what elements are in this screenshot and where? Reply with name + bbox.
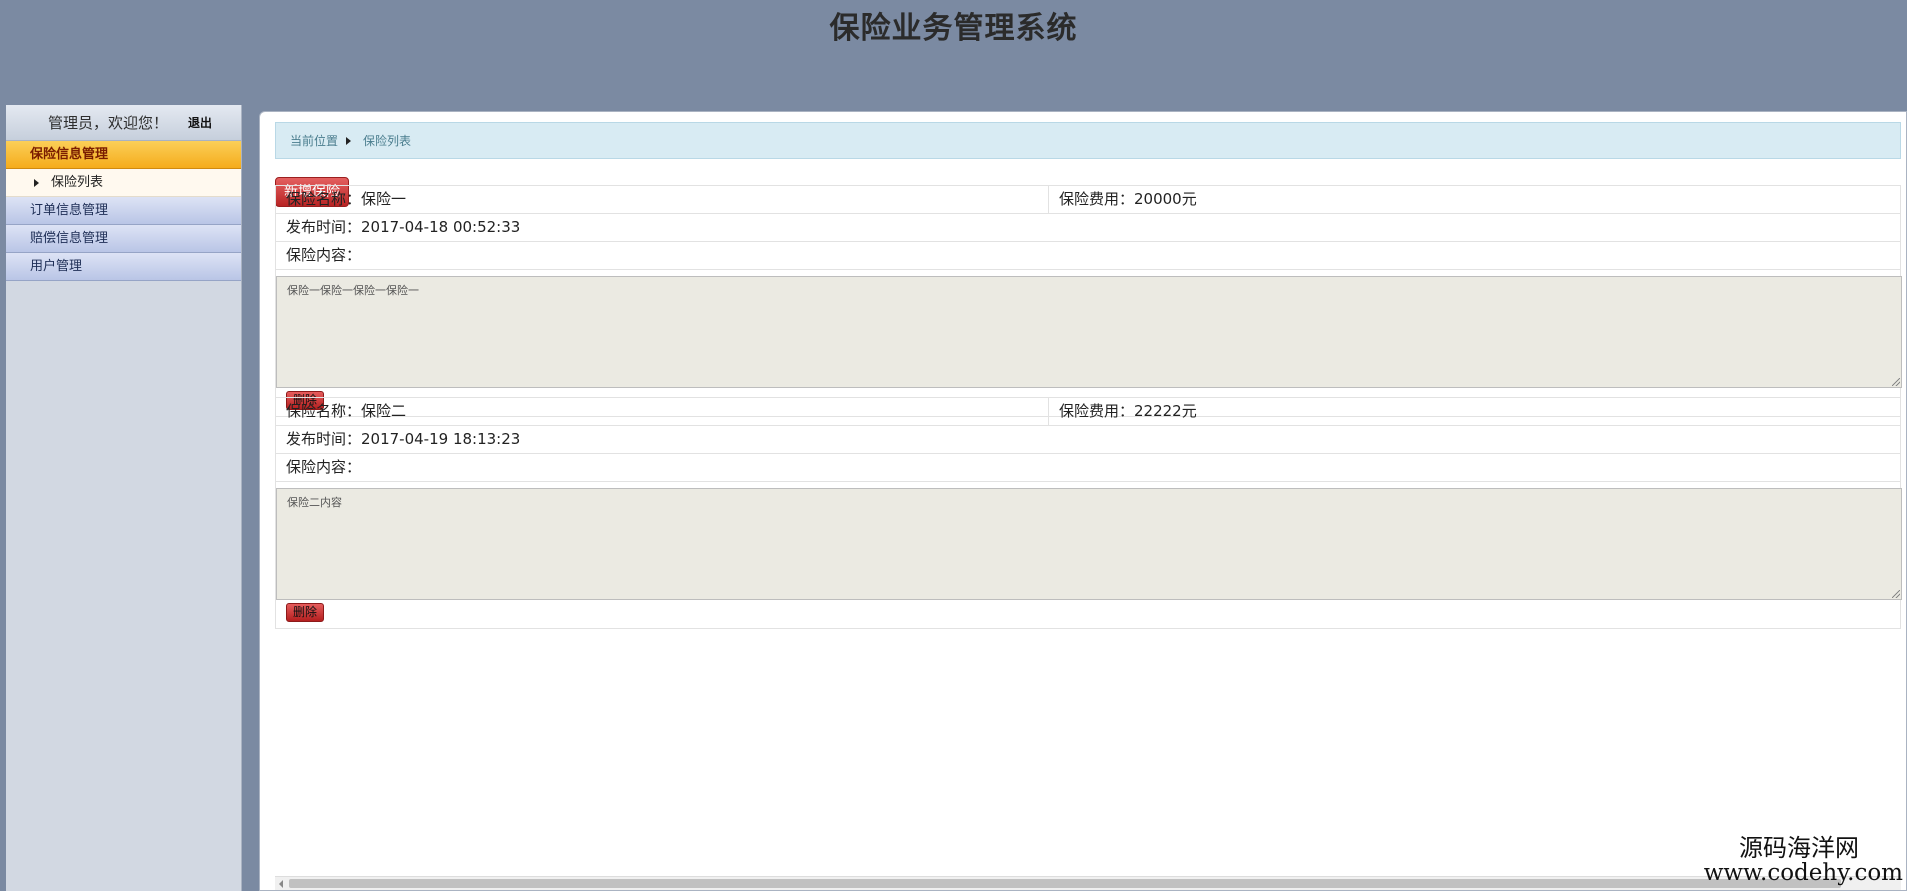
logout-link[interactable]: 退出: [188, 114, 212, 131]
record-row: 保险内容：: [276, 242, 1900, 270]
content-textarea[interactable]: 保险一保险一保险一保险一: [276, 276, 1902, 388]
resize-grip-icon[interactable]: [1892, 378, 1900, 386]
content-text: 保险一保险一保险一保险一: [287, 284, 419, 297]
welcome-text: 管理员，欢迎您！: [48, 114, 169, 132]
insurance-fee: 保险费用：20000元: [1059, 190, 1197, 208]
sidebar-item-order-management[interactable]: 订单信息管理: [6, 197, 241, 225]
breadcrumb-arrow-icon: [346, 136, 352, 145]
insurance-record: 保险名称：保险一 保险费用：20000元 发布时间：2017-04-18 00:…: [275, 185, 1902, 417]
delete-button[interactable]: 删除: [286, 603, 324, 622]
page-header: 保险业务管理系统: [0, 0, 1907, 104]
content-label: 保险内容：: [286, 246, 362, 264]
sidebar-subitem-label: 保险列表: [51, 175, 104, 190]
publish-time: 发布时间：2017-04-18 00:52:33: [286, 218, 521, 236]
content-textarea[interactable]: 保险二内容: [276, 488, 1902, 600]
record-row: 保险内容：: [276, 454, 1900, 482]
watermark-text: 源码海洋网: [1739, 834, 1859, 862]
main-content: 当前位置 保险列表 新增保险 保险名称：保险一 保险费用：20000元 发布时间…: [259, 111, 1907, 891]
breadcrumb: 当前位置 保险列表: [275, 122, 1901, 159]
breadcrumb-current-label[interactable]: 当前位置: [290, 132, 338, 149]
horizontal-scrollbar[interactable]: [275, 876, 1901, 890]
record-row: 发布时间：2017-04-19 18:13:23: [276, 426, 1900, 454]
sidebar: 管理员，欢迎您！ 退出 保险信息管理 保险列表 订单信息管理 赔偿信息管理 用户…: [6, 105, 242, 891]
sidebar-item-insurance-management[interactable]: 保险信息管理: [6, 141, 241, 169]
watermark-url: www.codehy.com: [1703, 860, 1903, 886]
record-row: 保险名称：保险一 保险费用：20000元: [276, 186, 1900, 214]
content-label: 保险内容：: [286, 458, 362, 476]
breadcrumb-page[interactable]: 保险列表: [363, 132, 411, 149]
app-title: 保险业务管理系统: [829, 11, 1078, 46]
scrollbar-thumb[interactable]: [289, 879, 1841, 888]
scroll-left-icon[interactable]: [279, 880, 283, 888]
welcome-bar: 管理员，欢迎您！ 退出: [6, 105, 241, 141]
record-row: 发布时间：2017-04-18 00:52:33: [276, 214, 1900, 242]
insurance-name: 保险名称：保险一: [276, 186, 1049, 213]
insurance-fee: 保险费用：22222元: [1059, 402, 1197, 420]
sidebar-subitem-insurance-list[interactable]: 保险列表: [6, 169, 241, 197]
sidebar-item-compensation-management[interactable]: 赔偿信息管理: [6, 225, 241, 253]
publish-time: 发布时间：2017-04-19 18:13:23: [286, 430, 521, 448]
insurance-record: 保险名称：保险二 保险费用：22222元 发布时间：2017-04-19 18:…: [275, 397, 1902, 629]
resize-grip-icon[interactable]: [1892, 590, 1900, 598]
content-text: 保险二内容: [287, 496, 342, 509]
record-row: 保险名称：保险二 保险费用：22222元: [276, 398, 1900, 426]
watermark: 源码海洋网 www.codehy.com: [1704, 835, 1903, 885]
insurance-name: 保险名称：保险二: [276, 398, 1049, 425]
sidebar-item-user-management[interactable]: 用户管理: [6, 253, 241, 281]
caret-right-icon: [34, 178, 39, 187]
